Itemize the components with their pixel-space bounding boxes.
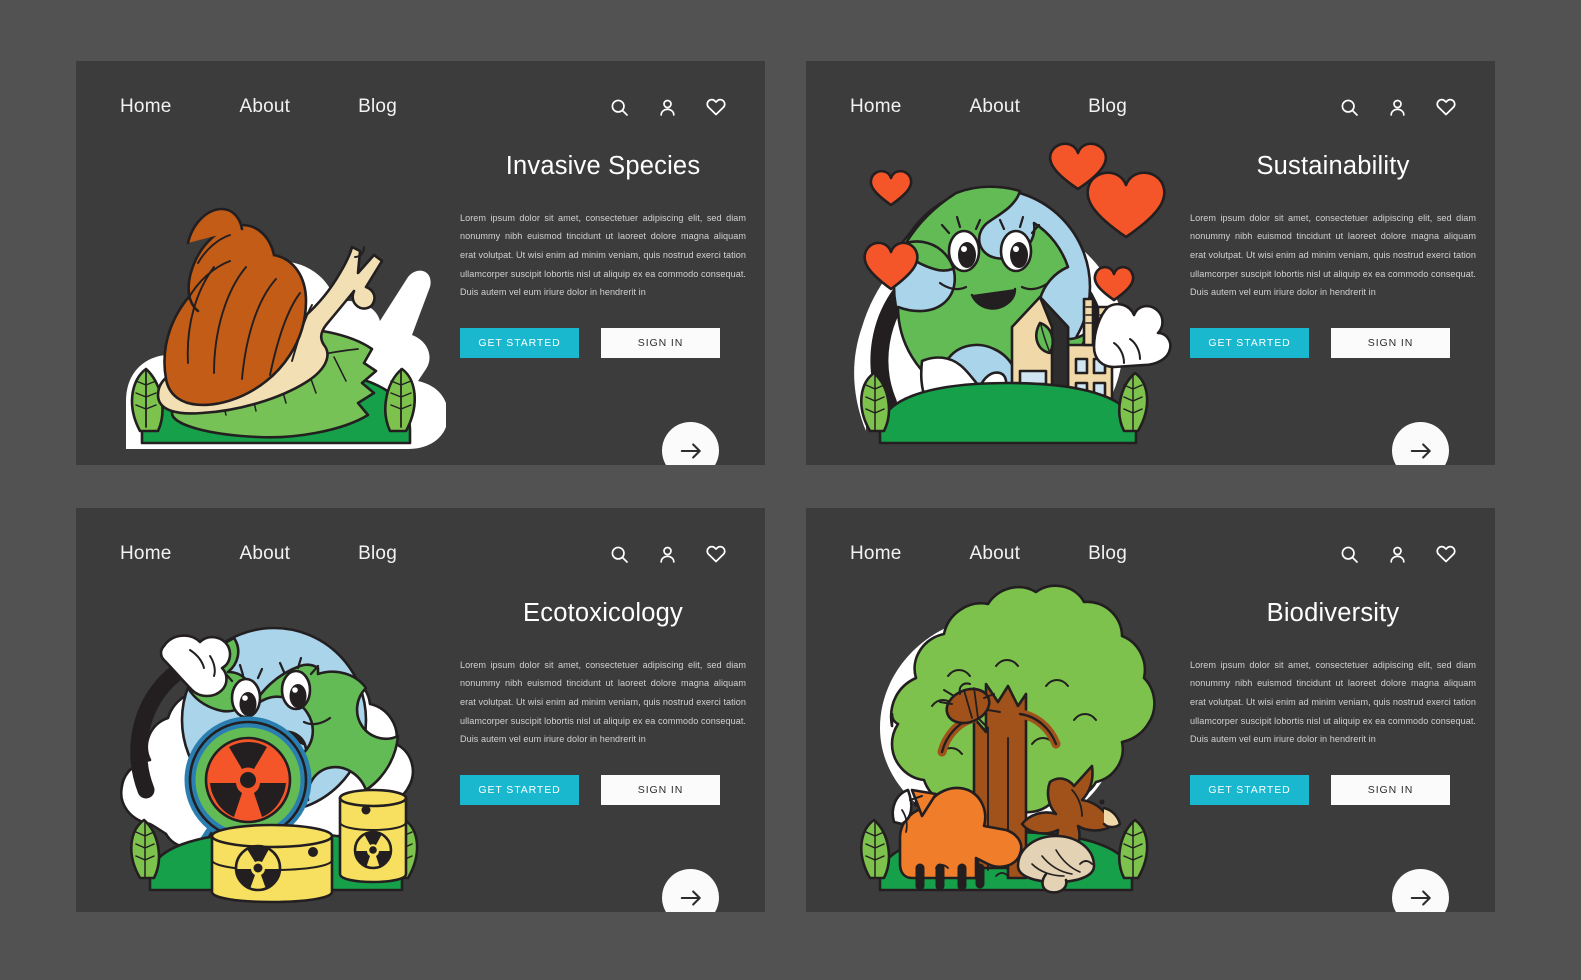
next-arrow-button[interactable]	[1392, 422, 1449, 465]
arrow-right-icon	[1410, 442, 1431, 459]
body-text: Lorem ipsum dolor sit amet, consectetuer…	[1190, 659, 1476, 745]
nav-links: Home About Blog	[850, 96, 1127, 118]
arrow-right-icon	[1410, 889, 1431, 906]
arrow-right-icon	[680, 442, 701, 459]
nav-link-home[interactable]: Home	[850, 543, 901, 565]
page-title: Invasive Species	[505, 152, 701, 180]
sign-in-button[interactable]: SIGN IN	[601, 775, 720, 806]
tree-fox-bird-illustration	[836, 578, 1176, 908]
button-row: GET STARTED SIGN IN	[460, 328, 746, 359]
nav-icons	[609, 96, 727, 118]
get-started-button[interactable]: GET STARTED	[1190, 328, 1309, 359]
card-biodiversity: Home About Blog Biodiversity Lorem ipsum…	[806, 508, 1495, 912]
nav-link-home[interactable]: Home	[120, 96, 171, 118]
nav-links: Home About Blog	[120, 543, 397, 565]
card-content: Sustainability Lorem ipsum dolor sit ame…	[1190, 151, 1476, 359]
user-icon[interactable]	[657, 97, 678, 118]
card-sustainability: Home About Blog Sustainability Lorem ips…	[806, 61, 1495, 465]
nav-link-about[interactable]: About	[969, 543, 1020, 565]
sign-in-button[interactable]: SIGN IN	[1331, 775, 1450, 806]
nav-icons	[1339, 543, 1457, 565]
nav-link-about[interactable]: About	[969, 96, 1020, 118]
user-icon[interactable]	[657, 544, 678, 565]
sad-earth-toxic-barrels-illustration	[106, 578, 446, 908]
nav-link-blog[interactable]: Blog	[1088, 96, 1127, 118]
user-icon[interactable]	[1387, 97, 1408, 118]
page-title: Biodiversity	[1266, 599, 1400, 627]
search-icon[interactable]	[1339, 97, 1360, 118]
page-title: Ecotoxicology	[523, 599, 683, 627]
nav-links: Home About Blog	[850, 543, 1127, 565]
heart-icon[interactable]	[705, 543, 727, 565]
nav-icons	[609, 543, 727, 565]
card-invasive-species: Home About Blog Invasive Species Lorem i…	[76, 61, 765, 465]
arrow-right-icon	[680, 889, 701, 906]
body-text: Lorem ipsum dolor sit amet, consectetuer…	[460, 212, 746, 298]
card-content: Ecotoxicology Lorem ipsum dolor sit amet…	[460, 598, 746, 806]
sign-in-button[interactable]: SIGN IN	[1331, 328, 1450, 359]
nav-link-blog[interactable]: Blog	[358, 543, 397, 565]
nav-link-about[interactable]: About	[239, 543, 290, 565]
sign-in-button[interactable]: SIGN IN	[601, 328, 720, 359]
nav-link-home[interactable]: Home	[120, 543, 171, 565]
nav-link-blog[interactable]: Blog	[358, 96, 397, 118]
page-title: Sustainability	[1256, 152, 1410, 180]
button-row: GET STARTED SIGN IN	[1190, 328, 1476, 359]
card-content: Invasive Species Lorem ipsum dolor sit a…	[460, 151, 746, 359]
button-row: GET STARTED SIGN IN	[1190, 775, 1476, 806]
heart-icon[interactable]	[1435, 543, 1457, 565]
get-started-button[interactable]: GET STARTED	[460, 328, 579, 359]
search-icon[interactable]	[609, 97, 630, 118]
card-ecotoxicology: Home About Blog Ecotoxicology Lorem ipsu…	[76, 508, 765, 912]
nav-link-blog[interactable]: Blog	[1088, 543, 1127, 565]
heart-icon[interactable]	[705, 96, 727, 118]
search-icon[interactable]	[1339, 544, 1360, 565]
nav-link-home[interactable]: Home	[850, 96, 901, 118]
user-icon[interactable]	[1387, 544, 1408, 565]
get-started-button[interactable]: GET STARTED	[1190, 775, 1309, 806]
heart-icon[interactable]	[1435, 96, 1457, 118]
screenshot-board: Home About Blog Invasive Species Lorem i…	[0, 0, 1581, 980]
get-started-button[interactable]: GET STARTED	[460, 775, 579, 806]
next-arrow-button[interactable]	[662, 422, 719, 465]
next-arrow-button[interactable]	[1392, 869, 1449, 912]
card-content: Biodiversity Lorem ipsum dolor sit amet,…	[1190, 598, 1476, 806]
body-text: Lorem ipsum dolor sit amet, consectetuer…	[460, 659, 746, 745]
earth-hugging-building-illustration	[836, 131, 1176, 461]
button-row: GET STARTED SIGN IN	[460, 775, 746, 806]
search-icon[interactable]	[609, 544, 630, 565]
nav-link-about[interactable]: About	[239, 96, 290, 118]
next-arrow-button[interactable]	[662, 869, 719, 912]
nav-links: Home About Blog	[120, 96, 397, 118]
nav-icons	[1339, 96, 1457, 118]
snail-on-leaf-illustration	[106, 131, 446, 461]
body-text: Lorem ipsum dolor sit amet, consectetuer…	[1190, 212, 1476, 298]
